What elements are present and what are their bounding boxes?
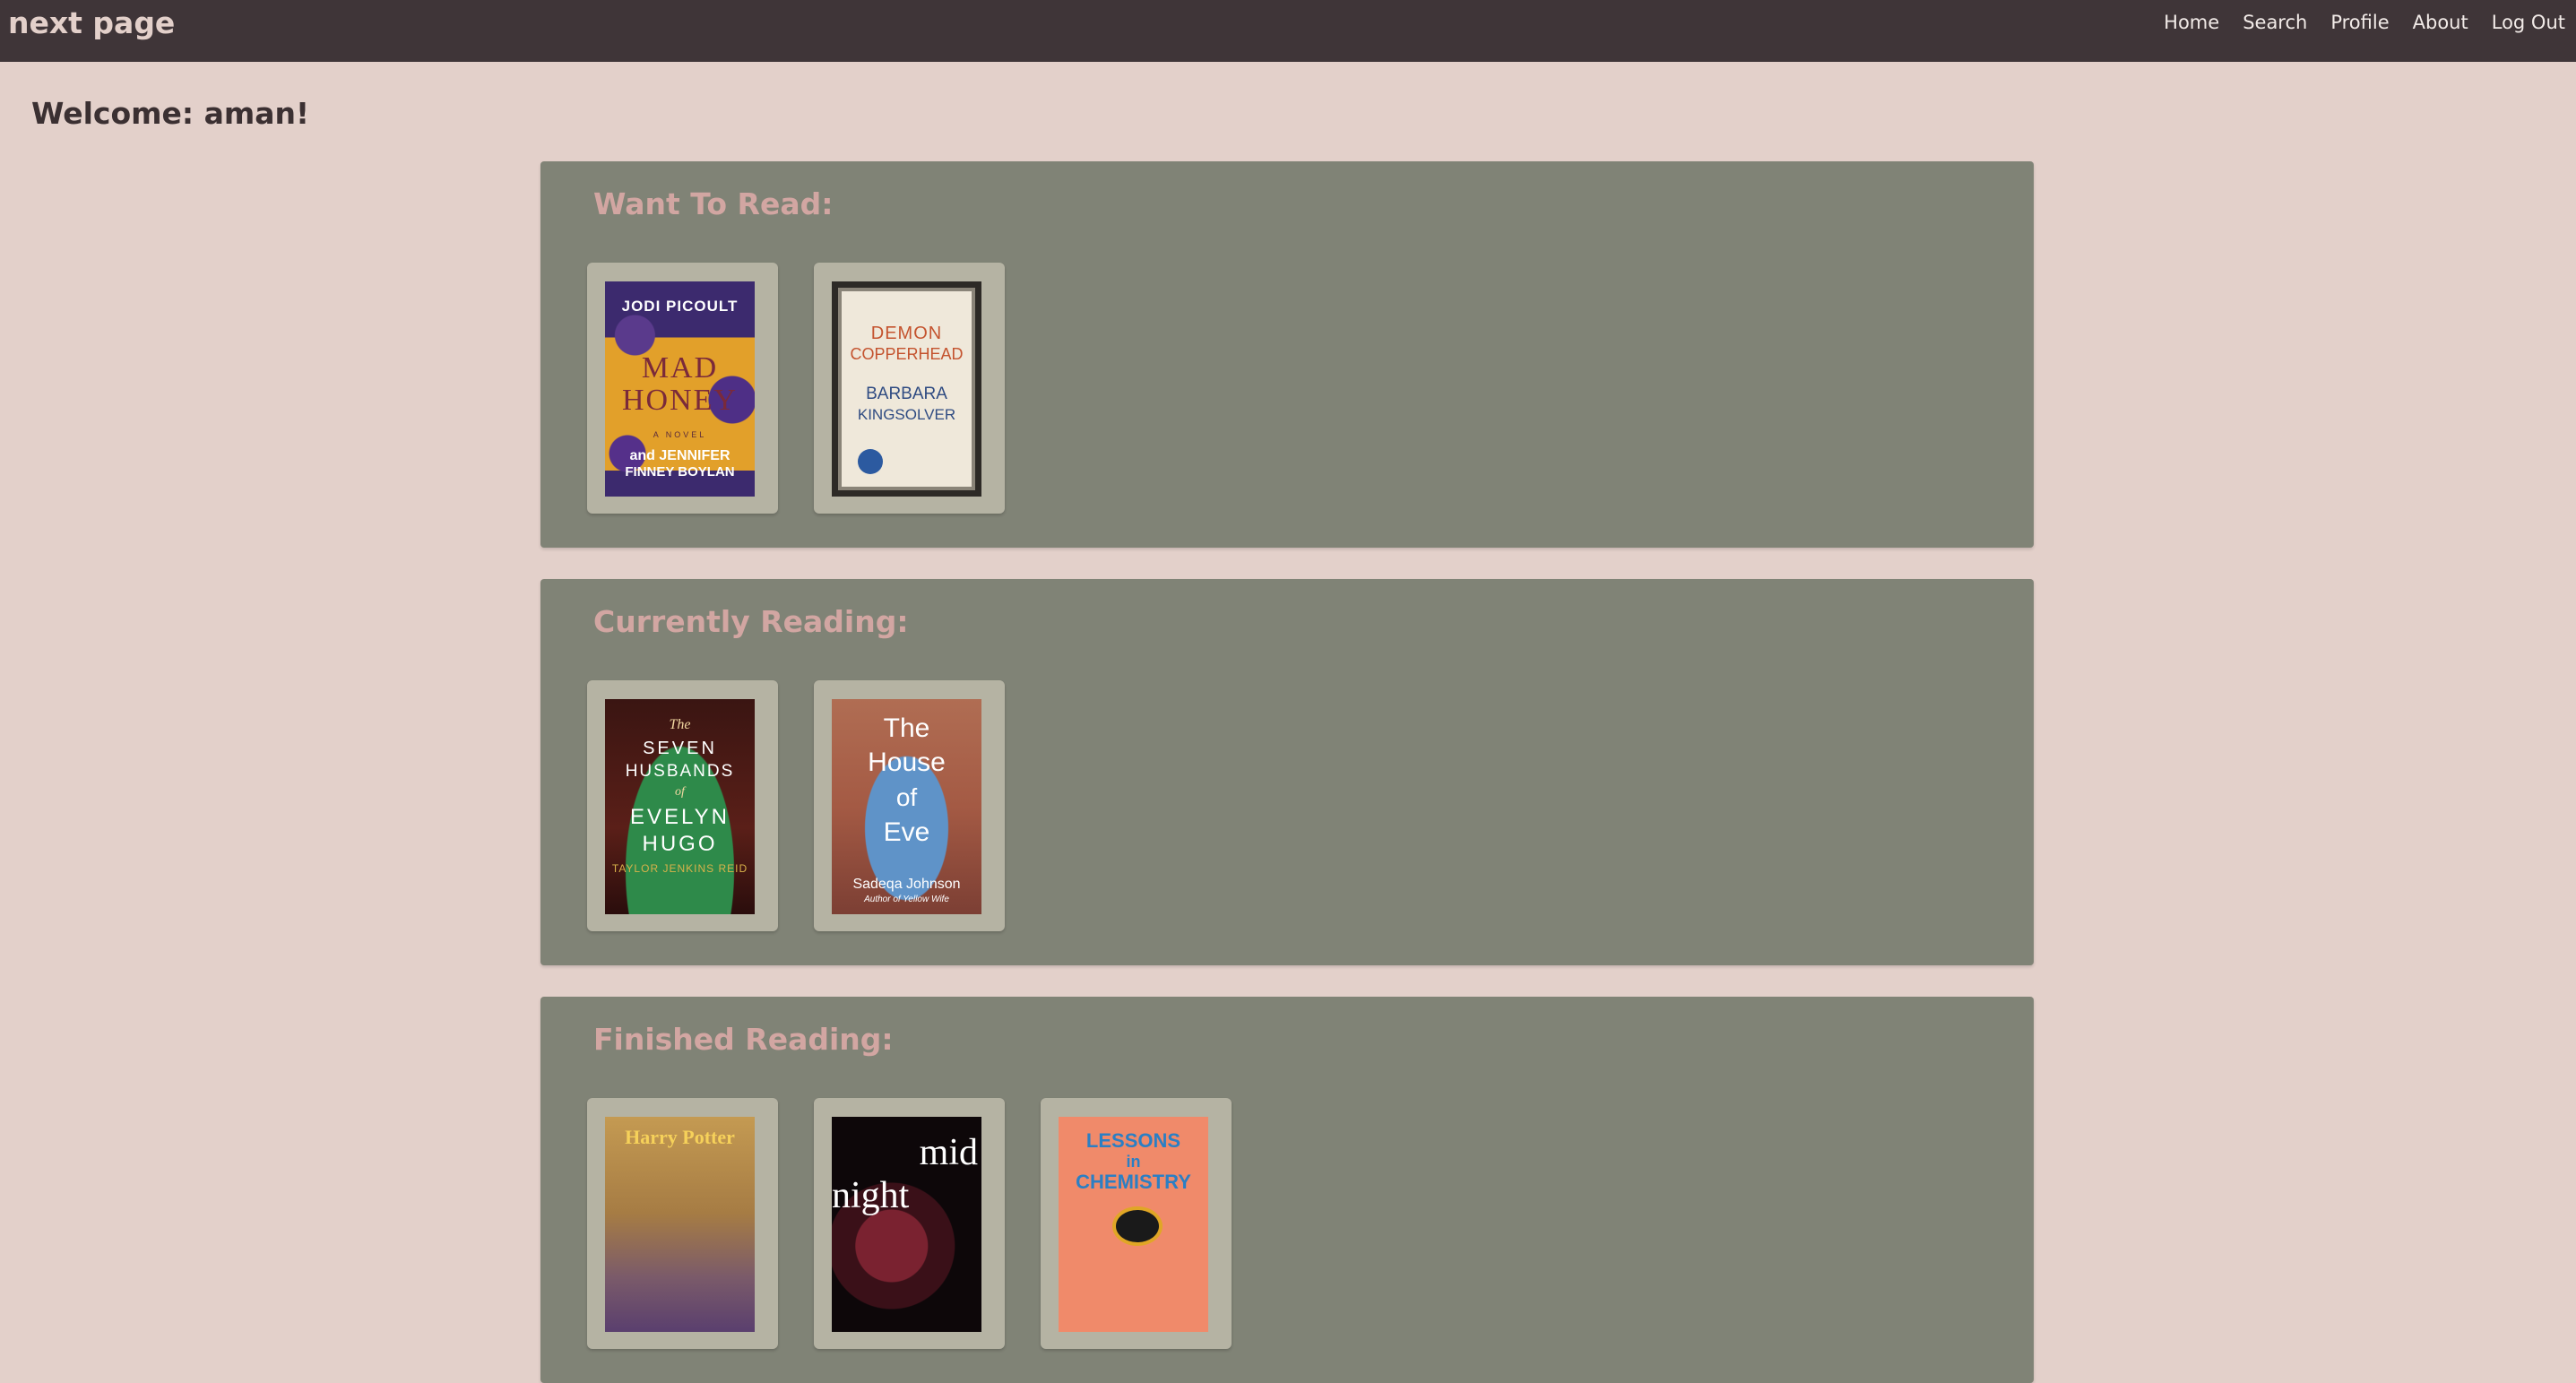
cover-author: JODI PICOULT xyxy=(621,298,739,315)
book-card-lessons-in-chemistry[interactable]: LESSONS in CHEMISTRY xyxy=(1041,1098,1232,1349)
book-card-midnight[interactable]: mid night xyxy=(814,1098,1005,1349)
top-navbar: next page Home Search Profile About Log … xyxy=(0,0,2576,62)
cover-subtitle: A NOVEL xyxy=(653,430,707,439)
cover-line1: The xyxy=(883,713,930,743)
welcome-heading: Welcome: aman! xyxy=(31,96,310,131)
book-card-harry-potter[interactable]: Harry Potter xyxy=(587,1098,778,1349)
cover-line3: HUSBANDS xyxy=(625,762,735,781)
nav-search-link[interactable]: Search xyxy=(2243,12,2307,33)
book-cover-image[interactable]: DEMON COPPERHEAD BARBARA KINGSOLVER xyxy=(832,281,981,497)
cover-coauthor-line1: and JENNIFER xyxy=(629,448,730,463)
nav-about-link[interactable]: About xyxy=(2413,12,2468,33)
cover-line1: mid xyxy=(919,1132,978,1173)
cover-title-line2: HONEY xyxy=(622,384,738,417)
book-cover-image[interactable]: LESSONS in CHEMISTRY xyxy=(1059,1117,1208,1332)
book-card-demon-copperhead[interactable]: DEMON COPPERHEAD BARBARA KINGSOLVER xyxy=(814,263,1005,514)
shelf-title: Want To Read: xyxy=(593,186,834,221)
book-cover-image[interactable]: The SEVEN HUSBANDS of EVELYN HUGO TAYLOR… xyxy=(605,699,755,914)
cover-author: TAYLOR JENKINS REID xyxy=(611,862,748,875)
cover-line4: Eve xyxy=(883,817,930,847)
shelf-finished-reading: Finished Reading: Harry Potter mid night… xyxy=(540,997,2034,1383)
shelf-title: Finished Reading: xyxy=(593,1022,894,1057)
cover-line2: House xyxy=(868,748,946,777)
cover-line1: LESSONS xyxy=(1085,1129,1181,1152)
cover-note: Author of Yellow Wife xyxy=(864,895,949,904)
cover-author-line2: KINGSOLVER xyxy=(857,406,956,423)
cover-line5: EVELYN xyxy=(630,805,730,829)
main-nav: Home Search Profile About Log Out xyxy=(2164,0,2576,45)
cover-author: Sadeqa Johnson xyxy=(852,877,961,892)
book-cover-image[interactable]: Harry Potter xyxy=(605,1117,755,1332)
cover-coauthor-line2: FINNEY BOYLAN xyxy=(625,464,735,480)
nav-logout-link[interactable]: Log Out xyxy=(2492,12,2565,33)
cover-line1: Harry Potter xyxy=(625,1126,735,1148)
cover-line3: CHEMISTRY xyxy=(1076,1171,1191,1193)
cover-line3: of xyxy=(895,783,918,811)
award-sticker-icon xyxy=(858,449,883,474)
cover-author-line1: BARBARA xyxy=(866,385,947,403)
cover-line2: SEVEN xyxy=(643,739,717,758)
nav-profile-link[interactable]: Profile xyxy=(2330,12,2389,33)
cover-line6: HUGO xyxy=(642,832,718,856)
book-card-mad-honey[interactable]: JODI PICOULT MAD HONEY A NOVEL and JENNI… xyxy=(587,263,778,514)
shelf-title: Currently Reading: xyxy=(593,604,909,639)
brand-link[interactable]: next page xyxy=(8,4,175,43)
book-card-house-of-eve[interactable]: The House of Eve Sadeqa Johnson Author o… xyxy=(814,680,1005,931)
hair-bun-illustration-icon xyxy=(1112,1206,1163,1246)
shelf-currently-reading: Currently Reading: The SEVEN HUSBANDS of… xyxy=(540,579,2034,965)
book-cover-image[interactable]: mid night xyxy=(832,1117,981,1332)
book-card-seven-husbands[interactable]: The SEVEN HUSBANDS of EVELYN HUGO TAYLOR… xyxy=(587,680,778,931)
nav-home-link[interactable]: Home xyxy=(2164,12,2219,33)
cover-title-line1: DEMON xyxy=(870,324,943,343)
cover-line1: The xyxy=(669,717,691,732)
book-cover-image[interactable]: JODI PICOULT MAD HONEY A NOVEL and JENNI… xyxy=(605,281,755,497)
cover-line2: in xyxy=(1126,1153,1141,1171)
book-cover-image[interactable]: The House of Eve Sadeqa Johnson Author o… xyxy=(832,699,981,914)
cover-line2: night xyxy=(832,1175,910,1216)
cover-title-line2: COPPERHEAD xyxy=(850,345,964,363)
shelf-want-to-read: Want To Read: JODI PICOULT MAD HONEY A N… xyxy=(540,161,2034,548)
cover-title-line1: MAD xyxy=(641,351,719,385)
cover-line4: of xyxy=(675,785,685,799)
